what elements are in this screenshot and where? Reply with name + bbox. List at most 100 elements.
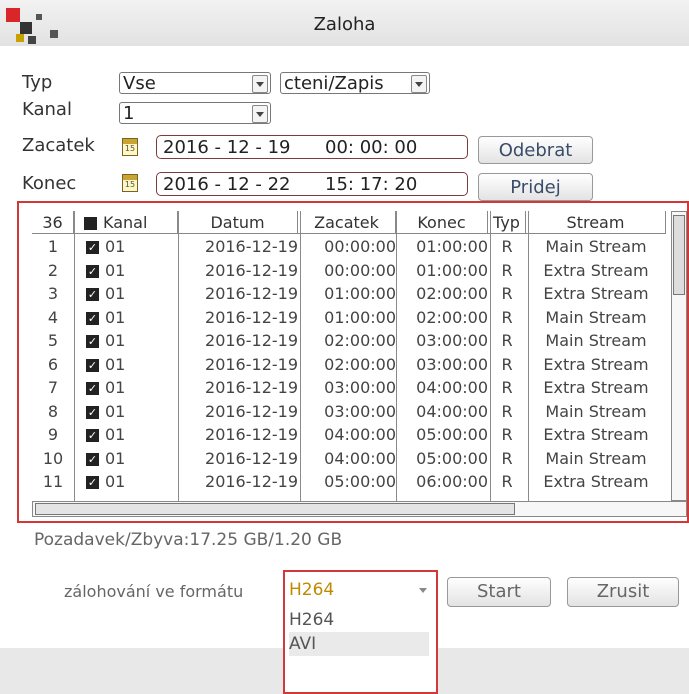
table-cell: R (501, 401, 513, 421)
recording-table-highlight: 36 Kanal Datum Zacatek Konec Typ Stream … (17, 201, 689, 523)
select-all-checkbox[interactable] (84, 217, 97, 230)
table-cell: 03:00:00 (324, 401, 396, 421)
kanal-select[interactable]: 1 (119, 102, 271, 124)
table-cell: R (501, 260, 513, 280)
table-row[interactable]: 5 ✓ 01 2016-12-19 02:00:00 03:00:00 R Main Stre… (32, 329, 672, 352)
zacatek-date[interactable]: 2016 - 12 - 19 (163, 136, 291, 160)
chevron-down-icon[interactable] (252, 75, 268, 93)
table-cell: 02:00:00 (416, 307, 488, 327)
storage-status: Pozadavek/Zbyva:17.25 GB/1.20 GB (34, 530, 343, 550)
table-cell: 04:00:00 (324, 448, 396, 468)
table-row[interactable]: 11 ✓ 01 2016-12-19 05:00:00 06:00:00 R Extra St… (32, 470, 672, 493)
start-button[interactable]: Start (447, 577, 551, 607)
zacatek-time[interactable]: 00: 00: 00 (325, 136, 417, 160)
table-cell: 01:00:00 (324, 284, 396, 303)
table-row[interactable]: 6 ✓ 01 2016-12-19 02:00:00 03:00:00 R Extra Str… (32, 353, 672, 376)
horizontal-scrollbar[interactable] (32, 501, 687, 517)
cell-kanal: ✓ 01 (86, 472, 126, 491)
table-cell: 2016-12-19 (205, 425, 298, 444)
row-checkbox[interactable]: ✓ (86, 311, 99, 325)
table-cell: 05:00:00 (416, 425, 488, 444)
format-label: zálohování ve formátu (64, 582, 244, 601)
table-cell: 2016-12-19 (205, 448, 298, 468)
table-row[interactable]: 1 ✓ 01 2016-12-19 00:00:00 01:00:00 R Main Stre… (32, 235, 672, 258)
zacatek-datetime-field[interactable]: 2016 - 12 - 19 00: 00: 00 (156, 135, 468, 159)
header-zacatek[interactable]: Zacatek (298, 211, 396, 234)
table-cell: R (501, 237, 513, 256)
chevron-down-icon[interactable] (252, 105, 268, 123)
table-row[interactable]: 7 ✓ 01 2016-12-19 03:00:00 04:00:00 R Extra Str… (32, 376, 672, 399)
row-checkbox[interactable]: ✓ (86, 476, 99, 489)
table-cell: Main Stream (545, 307, 647, 327)
row-checkbox[interactable]: ✓ (86, 358, 99, 372)
header-typ[interactable]: Typ (488, 211, 526, 234)
table-cell: Extra Stream (543, 284, 649, 303)
table-row[interactable]: 2 ✓ 01 2016-12-19 00:00:00 01:00:00 R Extra Str… (32, 259, 672, 282)
table-row[interactable]: 10 ✓ 01 2016-12-19 04:00:00 05:00:00 R Main Str… (32, 447, 672, 470)
format-select[interactable]: H264 (289, 578, 429, 602)
calendar-icon[interactable]: 15 (122, 174, 138, 192)
format-option-avi[interactable]: AVI (289, 632, 429, 656)
vertical-scrollbar[interactable] (671, 211, 687, 501)
table-cell: Extra Stream (543, 354, 649, 374)
row-checkbox[interactable]: ✓ (86, 405, 99, 419)
header-datum[interactable]: Datum (178, 211, 298, 234)
table-header: 36 Kanal Datum Zacatek Konec Typ Stream (32, 211, 672, 234)
row-checkbox[interactable]: ✓ (86, 429, 99, 442)
table-cell: R (501, 354, 513, 374)
table-cell: 10 (42, 448, 64, 468)
cell-kanal: ✓ 01 (86, 260, 126, 280)
table-row[interactable]: 9 ✓ 01 2016-12-19 04:00:00 05:00:00 R Extra Str… (32, 423, 672, 446)
chevron-down-icon[interactable] (419, 588, 427, 593)
table-cell: 01:00:00 (416, 260, 488, 280)
cell-kanal: ✓ 01 (86, 425, 126, 444)
row-checkbox[interactable]: ✓ (86, 335, 99, 348)
table-cell: 2016-12-19 (205, 284, 298, 303)
row-checkbox[interactable]: ✓ (86, 288, 99, 301)
table-cell: 04:00:00 (416, 401, 488, 421)
table-row[interactable]: 3 ✓ 01 2016-12-19 01:00:00 02:00:00 R Extra Str… (32, 282, 672, 305)
table-cell: 03:00:00 (416, 354, 488, 374)
konec-datetime-field[interactable]: 2016 - 12 - 22 15: 17: 20 (156, 172, 468, 196)
chevron-down-icon[interactable] (411, 75, 427, 93)
row-checkbox[interactable]: ✓ (86, 264, 99, 278)
table-row[interactable]: 8 ✓ 01 2016-12-19 03:00:00 04:00:00 R Main Stre… (32, 400, 672, 423)
table-cell: 02:00:00 (324, 331, 396, 350)
table-cell: Extra Stream (543, 260, 649, 280)
table-cell: 1 (47, 237, 59, 256)
horizontal-scroll-thumb[interactable] (35, 503, 515, 515)
table-row[interactable]: 4 ✓ 01 2016-12-19 01:00:00 02:00:00 R Main Stre… (32, 306, 672, 329)
vertical-scroll-thumb[interactable] (673, 215, 685, 295)
cell-kanal: ✓ 01 (86, 378, 126, 397)
mode-value: cteni/Zapis (284, 73, 384, 94)
row-checkbox[interactable]: ✓ (86, 382, 99, 395)
table-cell: R (501, 307, 513, 327)
table-cell: Main Stream (545, 237, 647, 256)
table-cell: Main Stream (545, 448, 647, 468)
zrusit-button[interactable]: Zrusit (567, 577, 679, 607)
cell-kanal: ✓ 01 (86, 307, 126, 327)
format-selected-value: H264 (289, 580, 335, 600)
table-cell: 5 (47, 331, 59, 350)
kanal-label: Kanal (22, 99, 72, 120)
konec-time[interactable]: 15: 17: 20 (325, 173, 417, 197)
calendar-icon[interactable]: 15 (122, 138, 138, 156)
table-cell: R (501, 425, 513, 444)
table-cell: 06:00:00 (416, 472, 488, 491)
odebrat-button[interactable]: Odebrat (478, 136, 593, 164)
zacatek-label: Zacatek (22, 135, 95, 156)
mode-select[interactable]: cteni/Zapis (280, 72, 430, 94)
cell-kanal: ✓ 01 (86, 331, 126, 350)
header-konec[interactable]: Konec (396, 211, 488, 234)
row-checkbox[interactable]: ✓ (86, 452, 99, 466)
table-cell: 02:00:00 (324, 354, 396, 374)
konec-date[interactable]: 2016 - 12 - 22 (163, 173, 291, 197)
table-cell: 01:00:00 (416, 237, 488, 256)
row-checkbox[interactable]: ✓ (86, 241, 99, 254)
header-stream[interactable]: Stream (526, 211, 666, 234)
header-kanal[interactable]: Kanal (74, 211, 178, 234)
table-cell: 01:00:00 (324, 307, 396, 327)
pridej-button[interactable]: Pridej (478, 173, 593, 201)
typ-select[interactable]: Vse (119, 72, 271, 94)
format-option-h264[interactable]: H264 (289, 608, 429, 632)
